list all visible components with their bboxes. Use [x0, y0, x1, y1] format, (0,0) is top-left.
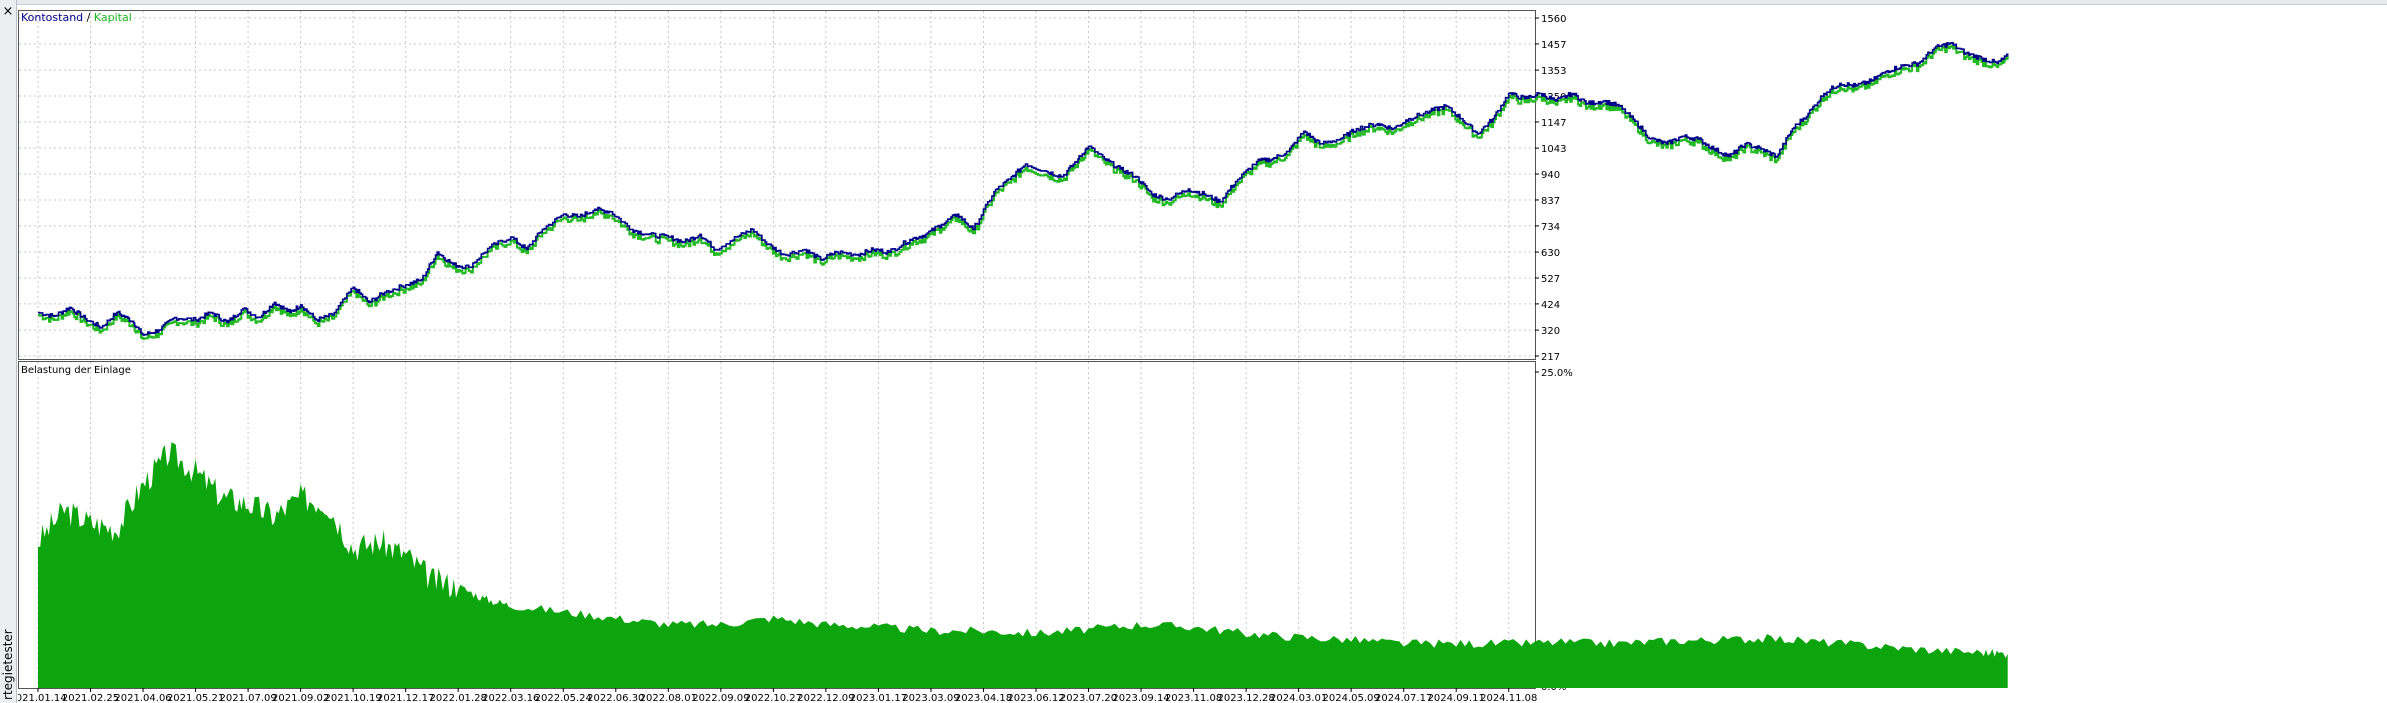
x-tick-label: 2024.05.09 — [1323, 693, 1380, 703]
x-tick-label: 2023.07.20 — [1060, 693, 1117, 703]
x-tick-label: 2022.01.28 — [430, 693, 487, 703]
y-tick-label: 837 — [1541, 196, 1560, 207]
x-tick-label: 2023.09.14 — [1112, 693, 1169, 703]
close-icon[interactable]: × — [1, 5, 15, 19]
y-tick-label: 217 — [1541, 352, 1560, 363]
y-tick-label: 940 — [1541, 170, 1560, 181]
y-tick-label: 424 — [1541, 300, 1560, 311]
x-tick-label: 2024.07.17 — [1375, 693, 1432, 703]
y-tick-label: 1147 — [1541, 118, 1566, 129]
legend-equity-label: Kapital — [94, 11, 132, 24]
x-tick-label: 2023.11.08 — [1165, 693, 1222, 703]
x-tick-label: 2021.07.09 — [219, 693, 276, 703]
x-tick-label: 2021.05.21 — [167, 693, 224, 703]
y-tick-label: 1043 — [1541, 144, 1566, 155]
x-tick-label: 2023.03.09 — [902, 693, 959, 703]
strategy-tester-chart: 1560145713531250114710439408377346305274… — [18, 10, 2009, 703]
x-tick-label: 2024.11.08 — [1480, 693, 1537, 703]
legend: Kontostand / Kapital — [21, 11, 132, 24]
x-tick-label: 2022.06.30 — [587, 693, 644, 703]
x-tick-label: 2022.08.01 — [640, 693, 697, 703]
y-tick-label: 1457 — [1541, 40, 1566, 51]
x-tick-label: 2023.06.12 — [1007, 693, 1064, 703]
x-tick-label: 2022.12.09 — [797, 693, 854, 703]
legend-balance-label: Kontostand — [21, 11, 83, 24]
x-tick-label: 2021.01.14 — [18, 693, 67, 703]
x-tick-label: 2022.05.24 — [535, 693, 592, 703]
x-tick-label: 2023.12.28 — [1217, 693, 1274, 703]
x-tick-label: 2024.03.01 — [1270, 693, 1327, 703]
x-tick-label: 2024.09.11 — [1428, 693, 1485, 703]
load-panel-title: Belastung der Einlage — [21, 365, 131, 376]
x-tick-label: 2022.10.27 — [745, 693, 802, 703]
balance-panel-frame — [18, 10, 1536, 360]
x-tick-label: 2022.03.16 — [482, 693, 539, 703]
y-tick-label: 320 — [1541, 326, 1560, 337]
side-panel-strip: × rtegietester — [0, 0, 17, 703]
x-tick-label: 2021.09.02 — [272, 693, 329, 703]
y-tick-label: 1560 — [1541, 14, 1566, 25]
y-tick-label: 25.0% — [1541, 368, 1573, 379]
y-tick-label: 1353 — [1541, 66, 1566, 77]
x-tick-label: 2023.04.18 — [955, 693, 1012, 703]
y-tick-label: 527 — [1541, 274, 1560, 285]
x-tick-label: 2022.09.09 — [692, 693, 749, 703]
x-tick-label: 2021.10.19 — [325, 693, 382, 703]
x-tick-label: 2021.04.06 — [114, 693, 171, 703]
legend-separator: / — [83, 11, 94, 24]
x-tick-label: 2023.01.17 — [850, 693, 907, 703]
x-tick-label: 2021.02.25 — [62, 693, 119, 703]
date-x-axis: 2021.01.142021.02.252021.04.062021.05.21… — [18, 688, 1537, 703]
x-tick-label: 2021.12.17 — [377, 693, 434, 703]
strategy-tester-tab-label[interactable]: rtegietester — [1, 629, 15, 700]
y-tick-label: 630 — [1541, 248, 1560, 259]
balance-y-axis: 1560145713531250114710439408377346305274… — [1535, 14, 1566, 363]
y-tick-label: 734 — [1541, 222, 1560, 233]
